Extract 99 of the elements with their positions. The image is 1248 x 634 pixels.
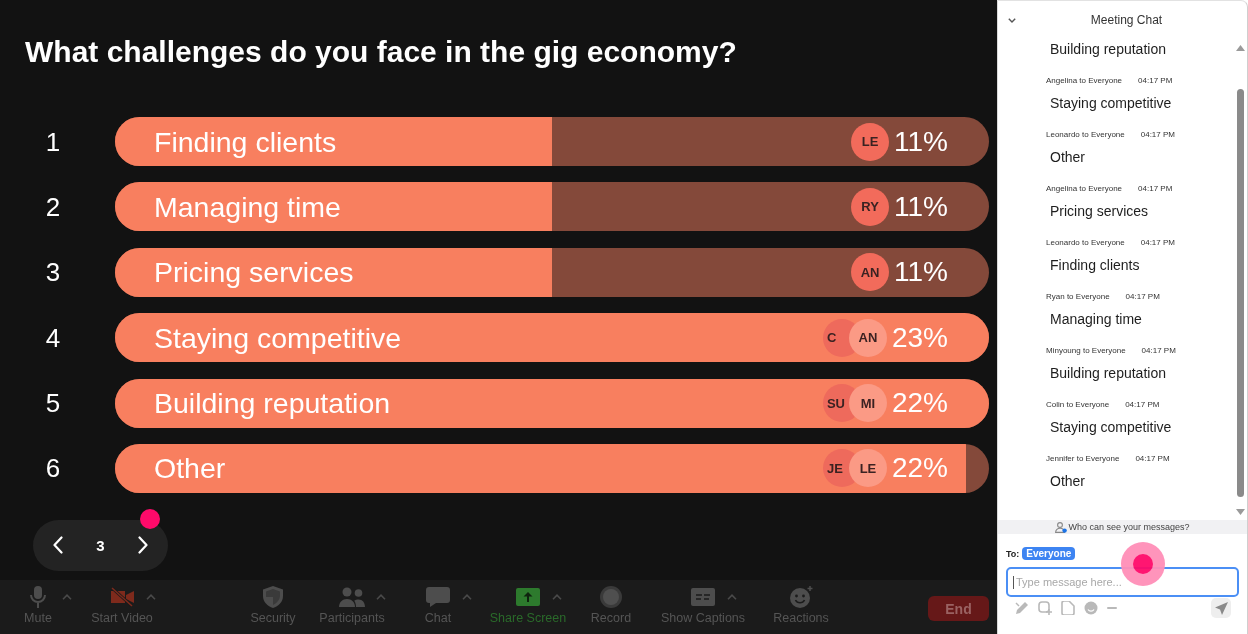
click-indicator-icon (140, 508, 160, 529)
participants-button[interactable]: Participants (313, 580, 391, 625)
message-sender: Jennifer to Everyone (1046, 453, 1120, 465)
chevron-right-icon (138, 536, 148, 555)
format-button[interactable] (1015, 601, 1029, 615)
vote-percentage: 11% (894, 255, 948, 290)
chevron-down-icon (1008, 17, 1016, 23)
recipient-dropdown[interactable]: Everyone (1022, 547, 1076, 560)
file-icon (1061, 601, 1075, 615)
caret-up-icon[interactable] (552, 594, 562, 600)
option-number: 5 (44, 388, 62, 419)
participant-avatar: LE (851, 122, 890, 161)
scroll-down-arrow-icon[interactable] (1235, 509, 1245, 515)
collapse-button[interactable] (1007, 16, 1017, 24)
end-meeting-button[interactable]: End (928, 596, 989, 621)
scroll-up-arrow-icon[interactable] (1235, 45, 1245, 51)
message-time: 04:17 PM (1135, 453, 1170, 465)
option-label: Managing time (154, 189, 342, 224)
emoji-icon (1084, 601, 1098, 615)
option-label: Staying competitive (154, 320, 403, 355)
option-label: Other (154, 451, 227, 486)
recipient-label: To: (1006, 548, 1020, 559)
slide-number: 3 (96, 536, 105, 554)
security-button[interactable]: Security (233, 580, 313, 625)
message-sender: Leonardo to Everyone (1046, 129, 1125, 141)
message-time: 04:17 PM (1125, 399, 1160, 411)
vote-percentage: 11% (894, 189, 948, 224)
message-input-field[interactable]: Type message here... (1006, 567, 1239, 597)
option-number: 6 (44, 453, 62, 484)
chevron-left-icon (53, 536, 63, 555)
message-sender: Colin to Everyone (1046, 399, 1110, 411)
option-number: 4 (44, 322, 62, 353)
captions-icon (691, 588, 715, 606)
message-time: 04:17 PM (1140, 129, 1175, 141)
caret-up-icon[interactable] (727, 594, 737, 600)
caret-up-icon[interactable] (462, 594, 472, 600)
question-title: What challenges do you face in the gig economy? (25, 35, 737, 69)
scrollbar-thumb[interactable] (1236, 89, 1244, 497)
text-cursor-icon (1013, 576, 1014, 589)
vote-percentage: 22% (891, 386, 948, 421)
option-number: 1 (44, 126, 62, 157)
send-button[interactable] (1211, 598, 1231, 618)
screenshot-button[interactable] (1038, 601, 1052, 615)
message-sender: Leonardo to Everyone (1046, 237, 1125, 249)
smiley-icon (789, 586, 813, 608)
shield-icon (263, 586, 283, 608)
message-text: Pricing services (1050, 202, 1149, 221)
participant-avatar: RY (851, 187, 890, 226)
message-sender: Ryan to Everyone (1046, 291, 1110, 303)
option-number: 3 (44, 257, 62, 288)
option-number: 2 (44, 191, 62, 222)
message-text: Building reputation (1050, 40, 1166, 59)
mute-button[interactable]: Mute (0, 580, 76, 625)
vote-percentage: 22% (891, 451, 948, 486)
square-plus-icon (1038, 601, 1052, 615)
file-button[interactable] (1061, 601, 1075, 615)
caret-up-icon[interactable] (62, 594, 72, 600)
message-text: Staying competitive (1050, 94, 1172, 113)
message-text: Building reputation (1050, 364, 1166, 383)
share-screen-button[interactable]: Share Screen (485, 580, 571, 625)
video-camera-off-icon (110, 587, 134, 607)
message-time: 04:17 PM (1140, 237, 1175, 249)
caret-up-icon[interactable] (376, 594, 386, 600)
message-time: 04:17 PM (1125, 291, 1160, 303)
message-text: Other (1050, 148, 1085, 167)
participant-avatar: AN (851, 253, 890, 292)
message-time: 04:17 PM (1141, 345, 1176, 357)
vote-percentage: 23% (891, 320, 948, 355)
video-button[interactable]: Start Video (76, 580, 168, 625)
caret-up-icon[interactable] (146, 594, 156, 600)
option-label: Pricing services (154, 255, 355, 290)
click-indicator-icon (1121, 542, 1165, 586)
vote-percentage: 11% (894, 124, 948, 159)
chat-button[interactable]: Chat (391, 580, 485, 625)
message-text: Other (1050, 472, 1085, 491)
option-label: Finding clients (154, 124, 338, 159)
person-icon (1055, 521, 1068, 533)
emoji-button[interactable] (1084, 601, 1098, 615)
captions-button[interactable]: Show Captions (651, 580, 755, 625)
message-time: 04:17 PM (1138, 183, 1173, 195)
message-text: Managing time (1050, 310, 1142, 329)
record-icon (600, 586, 622, 608)
message-time: 04:17 PM (1138, 75, 1173, 87)
message-text: Staying competitive (1050, 418, 1172, 437)
pen-icon (1015, 601, 1029, 615)
send-icon (1214, 601, 1228, 615)
option-label: Building reputation (154, 386, 392, 421)
message-sender: Angelina to Everyone (1046, 183, 1123, 195)
speech-bubble-icon (426, 587, 450, 607)
reactions-button[interactable]: Reactions (755, 580, 847, 625)
message-sender: Minyoung to Everyone (1046, 345, 1126, 357)
share-screen-icon (516, 588, 540, 606)
record-button[interactable]: Record (571, 580, 651, 625)
chat-title: Meeting Chat (1090, 13, 1163, 27)
message-sender: Angelina to Everyone (1046, 75, 1123, 87)
microphone-icon (30, 586, 46, 608)
people-icon (339, 587, 365, 607)
message-text: Finding clients (1050, 256, 1140, 275)
privacy-note: Who can see your messages? (1068, 522, 1190, 532)
